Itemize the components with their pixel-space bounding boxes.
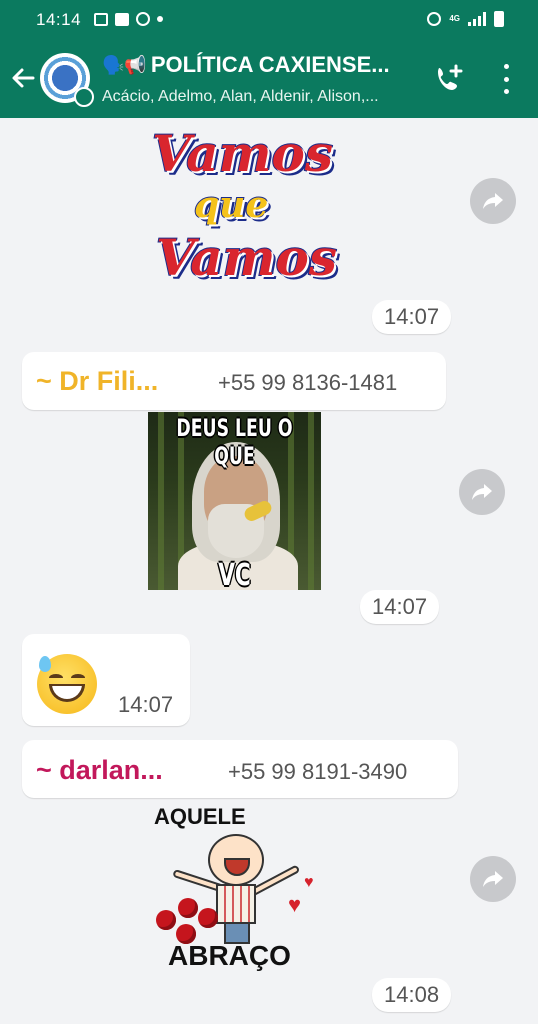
- message-time: 14:08: [372, 978, 452, 1012]
- network-label: 4G: [449, 14, 460, 23]
- chrome-icon: [136, 12, 150, 26]
- overflow-menu-icon[interactable]: [496, 64, 516, 94]
- forward-icon: [483, 193, 503, 209]
- sender-name[interactable]: ~ darlan...: [36, 755, 163, 786]
- sticker-word: AQUELE: [154, 804, 246, 829]
- title-emojis: 🗣️📢: [102, 54, 147, 75]
- forward-icon: [472, 484, 492, 500]
- forward-button[interactable]: [470, 178, 516, 224]
- notification-icons: [94, 12, 163, 26]
- sender-phone[interactable]: +55 99 8136-1481: [218, 370, 397, 396]
- sticker-word: ABRAÇO: [168, 940, 291, 971]
- chat-title[interactable]: 🗣️📢 POLÍTICA CAXIENSE...: [102, 52, 417, 78]
- rose-icon: [178, 898, 198, 918]
- status-time: 14:14: [36, 10, 82, 29]
- status-bar: 14:14 4G: [0, 0, 538, 38]
- sticker-word: Vamos: [155, 227, 338, 288]
- sender-phone[interactable]: +55 99 8191-3490: [228, 759, 407, 785]
- chat-participants[interactable]: Acácio, Adelmo, Alan, Aldenir, Alison,..…: [102, 88, 417, 106]
- message-time: 14:07: [118, 692, 174, 717]
- heart-icon: ♥: [304, 874, 314, 891]
- forward-button[interactable]: [470, 856, 516, 902]
- heart-icon: ♥: [288, 892, 302, 917]
- system-icons: 4G: [427, 11, 504, 27]
- disappearing-timer-icon: [74, 87, 94, 107]
- sender-name[interactable]: ~ Dr Fili...: [36, 366, 158, 397]
- forward-button[interactable]: [459, 469, 505, 515]
- sweat-smile-emoji: [37, 654, 97, 714]
- signal-icon: [468, 12, 486, 26]
- add-call-icon[interactable]: [432, 62, 466, 96]
- sticker-word: Vamos: [151, 123, 334, 184]
- meme-caption-top: DEUS LEU O QUE: [176, 414, 293, 470]
- chat-header: 14:14 4G 🗣️📢 POLÍTICA CAXIENSE... Acácio…: [0, 0, 538, 118]
- message-time: 14:07: [360, 590, 440, 624]
- rose-icon: [198, 908, 218, 928]
- forward-icon: [483, 871, 503, 887]
- meme-image[interactable]: DEUS LEU O QUE VC APAGOU: [148, 412, 321, 590]
- battery-icon: [494, 11, 504, 27]
- message-time: 14:07: [372, 300, 452, 334]
- chat-title-text: POLÍTICA CAXIENSE...: [150, 52, 390, 77]
- meme-caption-bottom: VC APAGOU: [218, 558, 251, 590]
- more-notifications-icon: [157, 16, 163, 22]
- sticker-vamos-que-vamos[interactable]: Vamos que Vamos: [150, 123, 338, 302]
- back-arrow-icon[interactable]: [9, 64, 37, 92]
- facebook-icon: [115, 12, 129, 26]
- rose-icon: [156, 910, 176, 930]
- gallery-icon: [94, 12, 108, 26]
- alarm-icon: [427, 12, 442, 26]
- sticker-word: que: [193, 183, 269, 227]
- sticker-aquele-abraco[interactable]: ♥ ♥ AQUELE ABRAÇO: [150, 800, 330, 980]
